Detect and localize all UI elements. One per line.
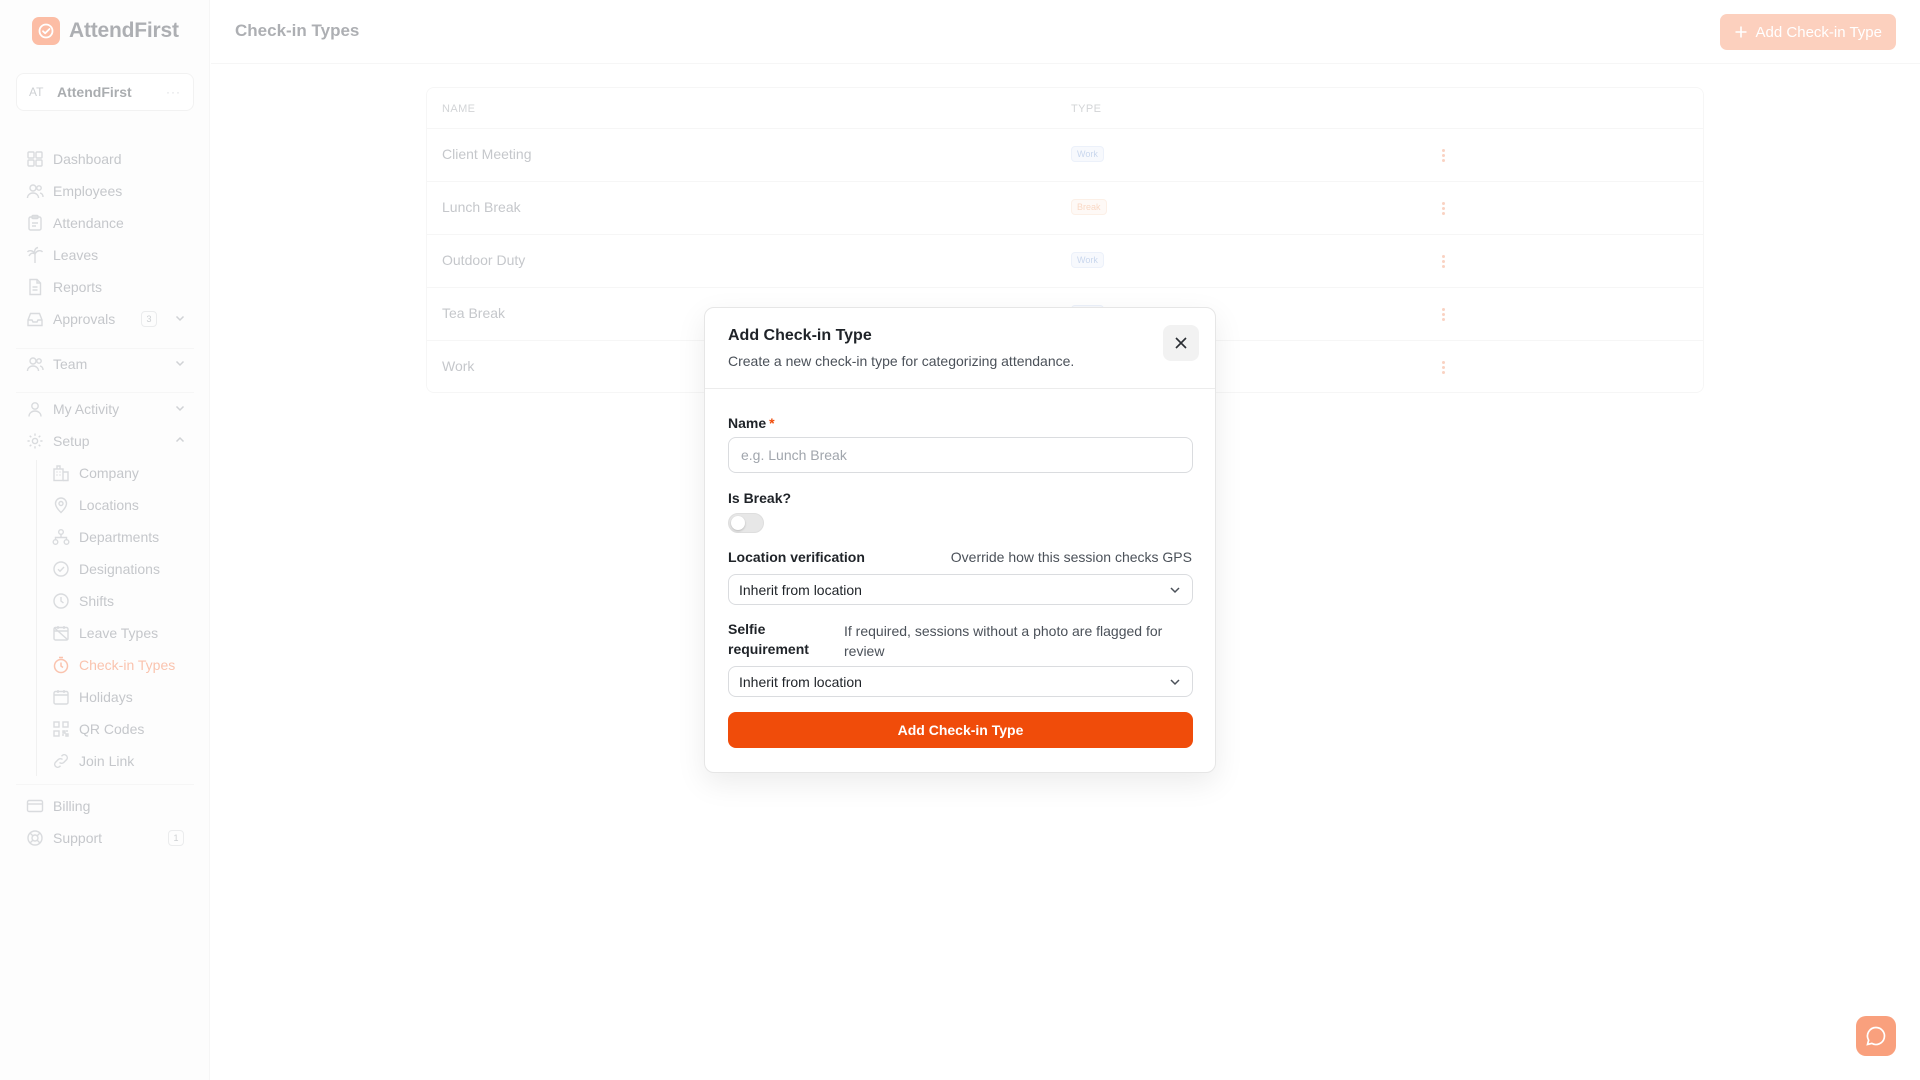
selfie-requirement-label-line1: Selfie	[728, 621, 766, 637]
selfie-requirement-hint: If required, sessions without a photo ar…	[844, 623, 1163, 659]
selfie-requirement-label-line2: requirement	[728, 641, 809, 657]
select-value: Inherit from location	[739, 581, 862, 598]
add-check-in-type-dialog: Add Check-in Type Create a new check-in …	[704, 307, 1216, 773]
toggle-knob	[731, 516, 745, 530]
select-value: Inherit from location	[739, 673, 862, 690]
chevron-down-icon	[1170, 678, 1180, 685]
name-label: Name *	[728, 415, 775, 431]
location-verification-hint: Override how this session checks GPS	[950, 549, 1192, 565]
dialog-subtitle: Create a new check-in type for categoriz…	[728, 353, 1075, 369]
location-verification-select[interactable]: Inherit from location	[728, 574, 1193, 605]
submit-add-check-in-type-button[interactable]: Add Check-in Type	[728, 712, 1193, 748]
location-verification-label: Location verification	[728, 549, 865, 565]
selfie-requirement-select[interactable]: Inherit from location	[728, 666, 1193, 697]
chat-button[interactable]	[1856, 1016, 1896, 1056]
is-break-label: Is Break?	[728, 490, 792, 506]
chevron-down-icon	[1170, 586, 1180, 593]
name-input[interactable]	[728, 437, 1193, 473]
is-break-toggle[interactable]	[728, 513, 764, 533]
chat-bubble-icon	[1866, 1026, 1886, 1046]
close-button[interactable]	[1163, 325, 1199, 361]
dialog-header: Add Check-in Type Create a new check-in …	[705, 308, 1215, 389]
dialog-title: Add Check-in Type	[728, 327, 872, 344]
close-icon	[1175, 337, 1187, 349]
required-marker: *	[769, 415, 775, 431]
name-label-text: Name	[728, 415, 767, 431]
